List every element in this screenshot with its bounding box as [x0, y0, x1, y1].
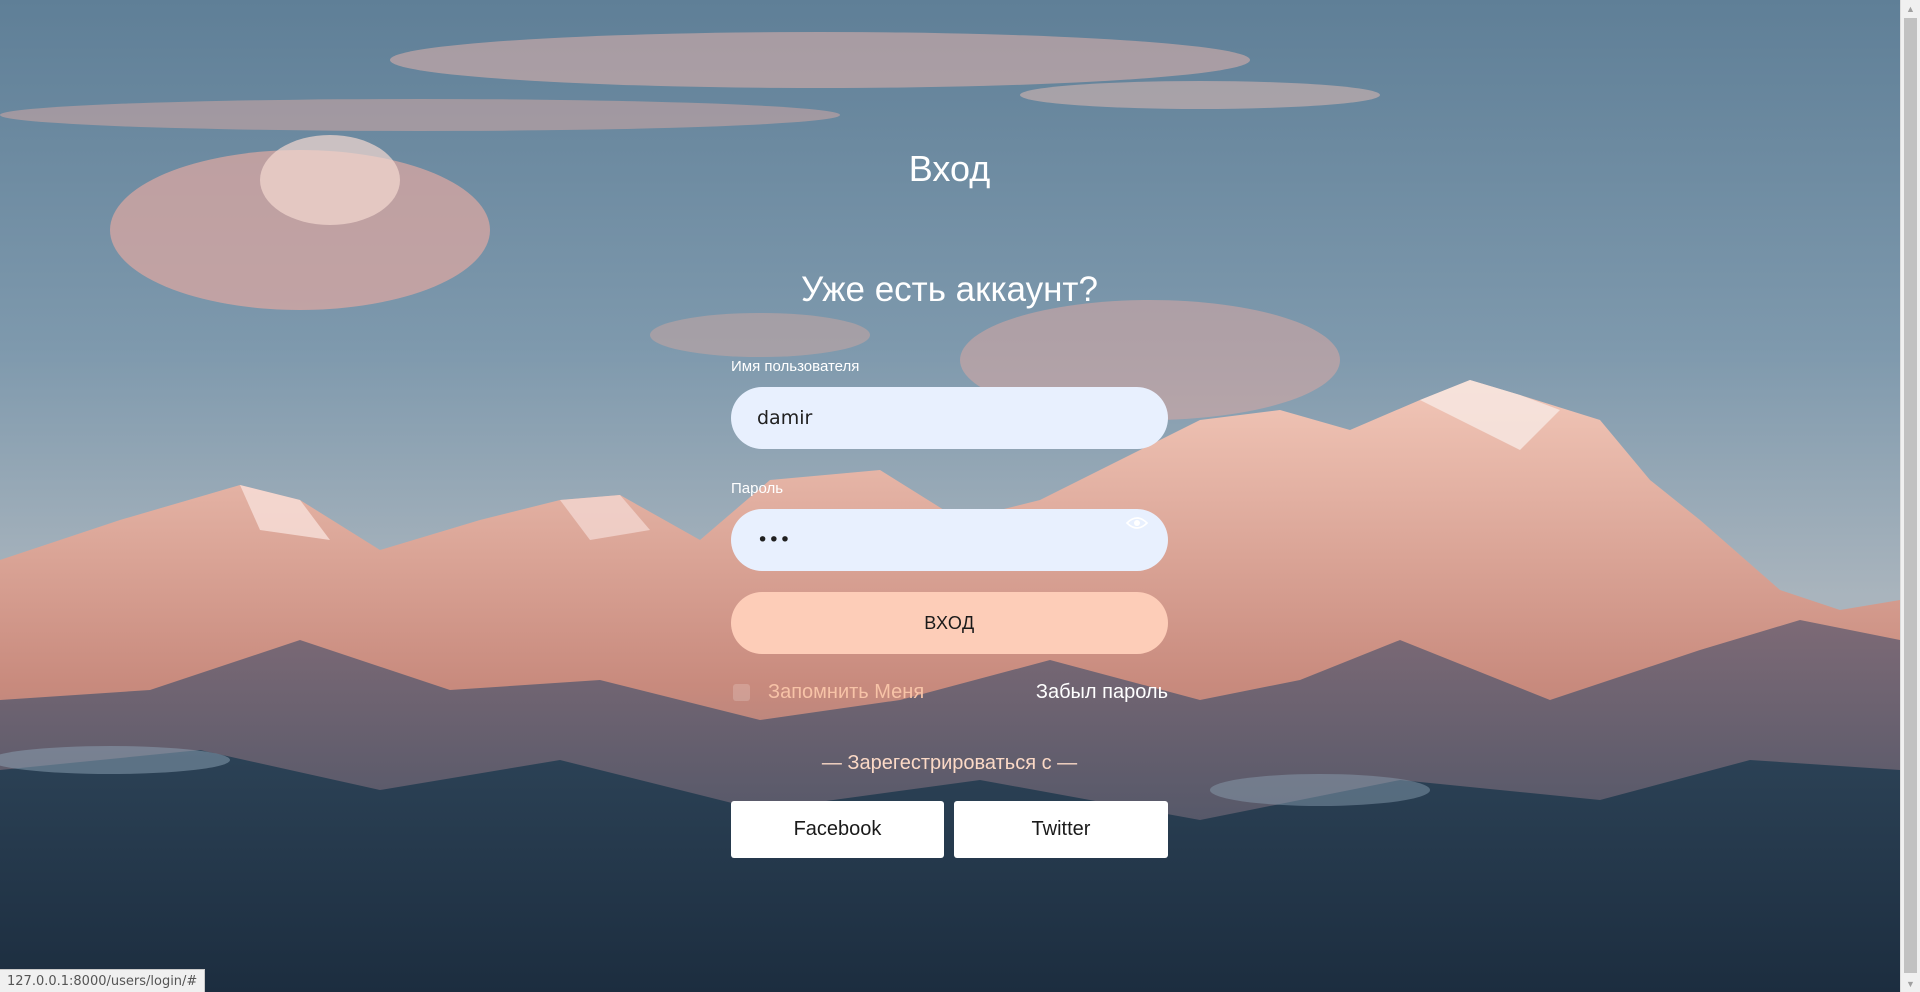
- remember-me[interactable]: Запомнить Меня: [733, 681, 924, 704]
- eye-icon[interactable]: [1125, 513, 1149, 529]
- username-label: Имя пользователя: [731, 358, 860, 375]
- facebook-button[interactable]: Facebook: [731, 801, 944, 858]
- login-button[interactable]: ВХОД: [731, 592, 1168, 654]
- twitter-button[interactable]: Twitter: [954, 801, 1168, 858]
- register-with-label: — Зарегестрироваться с —: [821, 752, 1078, 774]
- password-input[interactable]: •••: [731, 509, 1168, 571]
- arrow-down-icon[interactable]: ▼: [1901, 975, 1920, 992]
- password-label: Пароль: [731, 480, 784, 497]
- forgot-password-link[interactable]: Забыл пароль: [1036, 681, 1168, 704]
- remember-label[interactable]: Запомнить Меня: [768, 681, 924, 704]
- page-title: Вход: [908, 148, 991, 189]
- arrow-up-icon[interactable]: ▲: [1901, 0, 1920, 17]
- remember-checkbox[interactable]: [733, 684, 750, 701]
- password-value: •••: [757, 529, 791, 551]
- username-input[interactable]: damir: [731, 387, 1168, 449]
- vertical-scrollbar[interactable]: ▲ ▼: [1900, 0, 1920, 992]
- login-page: Вход Уже есть аккаунт? Имя пользователя …: [0, 0, 1920, 992]
- login-subtitle: Уже есть аккаунт?: [801, 270, 1098, 309]
- status-bar-url: 127.0.0.1:8000/users/login/#: [0, 969, 206, 992]
- scrollbar-thumb[interactable]: [1904, 18, 1917, 973]
